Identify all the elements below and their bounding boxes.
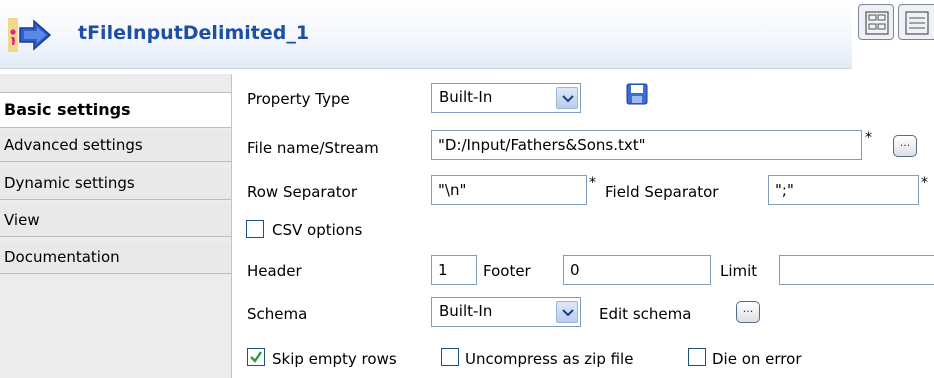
die-on-error-label: Die on error xyxy=(712,350,802,368)
footer-input[interactable]: 0 xyxy=(563,255,711,285)
settings-sidebar: Basic settings Advanced settings Dynamic… xyxy=(0,74,232,378)
grid-layout-icon xyxy=(865,11,889,35)
limit-input[interactable] xyxy=(779,255,934,285)
sidebar-item-basic-settings[interactable]: Basic settings xyxy=(0,92,231,128)
edit-schema-button[interactable]: ... xyxy=(736,301,760,323)
list-view-button[interactable] xyxy=(898,4,934,40)
sidebar-item-documentation[interactable]: Documentation xyxy=(0,242,231,274)
sidebar-item-label: View xyxy=(4,211,40,229)
layout-view-button[interactable] xyxy=(858,4,894,40)
sidebar-item-label: Dynamic settings xyxy=(4,174,135,192)
sidebar-item-advanced-settings[interactable]: Advanced settings xyxy=(0,130,231,162)
component-header: tFileInputDelimited_1 xyxy=(0,0,934,69)
checkmark-icon xyxy=(250,351,262,363)
skip-empty-rows-checkbox[interactable] xyxy=(247,348,265,366)
save-icon[interactable] xyxy=(626,83,648,105)
component-title: tFileInputDelimited_1 xyxy=(78,22,310,44)
row-separator-input[interactable]: "\n" xyxy=(431,175,587,205)
required-marker: * xyxy=(589,175,596,191)
uncompress-zip-checkbox[interactable] xyxy=(441,348,459,366)
schema-value: Built-In xyxy=(439,302,493,320)
limit-label: Limit xyxy=(720,262,758,280)
property-type-label: Property Type xyxy=(247,90,350,108)
header-label: Header xyxy=(247,262,302,280)
property-type-value: Built-In xyxy=(439,88,493,106)
component-arrow-icon xyxy=(8,18,52,52)
uncompress-zip-label: Uncompress as zip file xyxy=(465,350,634,368)
edit-schema-label: Edit schema xyxy=(599,305,692,323)
required-marker: * xyxy=(921,175,928,191)
file-name-label: File name/Stream xyxy=(247,139,379,157)
footer-label: Footer xyxy=(483,262,531,280)
browse-file-button[interactable]: ... xyxy=(893,135,917,157)
field-separator-label: Field Separator xyxy=(605,183,719,201)
schema-label: Schema xyxy=(247,305,308,323)
chevron-down-icon[interactable] xyxy=(556,87,578,109)
sidebar-item-label: Advanced settings xyxy=(4,136,143,154)
sidebar-item-label: Documentation xyxy=(4,248,120,266)
required-marker: * xyxy=(865,130,872,146)
sidebar-item-dynamic-settings[interactable]: Dynamic settings xyxy=(0,168,231,200)
sidebar-item-view[interactable]: View xyxy=(0,205,231,237)
sidebar-item-label: Basic settings xyxy=(4,100,131,119)
field-separator-input[interactable]: ";" xyxy=(768,175,919,205)
chevron-down-icon[interactable] xyxy=(556,301,578,323)
skip-empty-rows-label: Skip empty rows xyxy=(272,350,397,368)
die-on-error-checkbox[interactable] xyxy=(688,348,706,366)
csv-options-checkbox[interactable] xyxy=(246,220,264,238)
csv-options-label: CSV options xyxy=(272,221,363,239)
header-input[interactable]: 1 xyxy=(431,255,477,285)
row-separator-label: Row Separator xyxy=(247,183,358,201)
property-type-select[interactable]: Built-In xyxy=(431,83,581,113)
schema-select[interactable]: Built-In xyxy=(431,297,581,327)
list-layout-icon xyxy=(905,11,929,35)
file-name-input[interactable]: "D:/Input/Fathers&Sons.txt" xyxy=(431,130,862,160)
